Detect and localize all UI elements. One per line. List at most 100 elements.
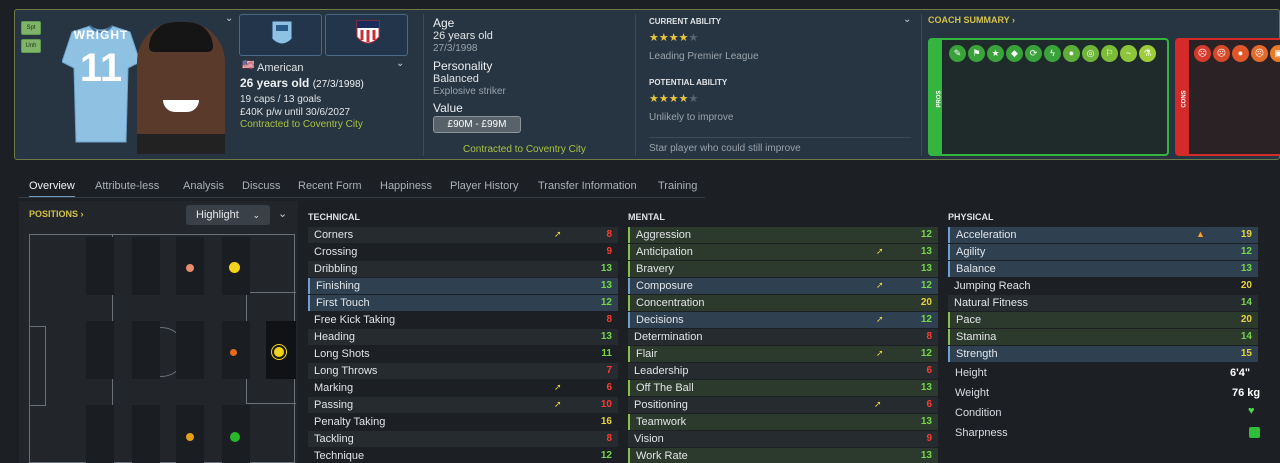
attribute-row[interactable]: Concentration 20	[628, 295, 938, 311]
positions-panel: POSITIONS ›	[19, 201, 298, 463]
attribute-name: Composure	[636, 280, 693, 292]
attribute-name: Crossing	[314, 246, 358, 258]
trend-arrow-icon: ➚	[876, 246, 884, 256]
attribute-row[interactable]: Pace 20	[948, 312, 1258, 328]
mental-header: MENTAL	[628, 212, 665, 222]
con-icon[interactable]: ☹	[1213, 45, 1230, 62]
position-dot[interactable]	[230, 349, 237, 356]
condition-label: Condition	[955, 407, 1002, 419]
attribute-value: 13	[920, 246, 932, 257]
pro-icon[interactable]: ⚐	[1101, 45, 1118, 62]
attribute-row[interactable]: Jumping Reach 20	[948, 278, 1258, 294]
attribute-row[interactable]: Long Throws 7	[308, 363, 618, 379]
nationality-chevron-icon[interactable]: ⌄	[396, 58, 404, 69]
attribute-row[interactable]: Positioning 6 ➚	[628, 397, 938, 413]
position-dot[interactable]	[229, 262, 240, 273]
position-dot[interactable]	[230, 432, 240, 442]
ability-chevron-icon[interactable]: ⌄	[903, 14, 911, 25]
attribute-value: 8	[926, 331, 932, 342]
pro-icon[interactable]: ~	[1120, 45, 1137, 62]
con-icon[interactable]: ●	[1232, 45, 1249, 62]
attribute-row[interactable]: Agility 12	[948, 244, 1258, 260]
highlight-dropdown[interactable]: Highlight ⌄	[186, 205, 270, 225]
tab-analysis[interactable]: Analysis	[183, 180, 224, 192]
pro-icon[interactable]: ✎	[949, 45, 966, 62]
attribute-row[interactable]: Technique 12	[308, 448, 618, 463]
attribute-value: 19	[1240, 229, 1252, 240]
pro-icon[interactable]: ⚑	[968, 45, 985, 62]
attribute-row[interactable]: Heading 13	[308, 329, 618, 345]
attribute-row[interactable]: Teamwork 13	[628, 414, 938, 430]
attribute-row[interactable]: Off The Ball 13	[628, 380, 938, 396]
role-chip-unh[interactable]: Unh	[21, 39, 41, 53]
tab-attribute-less[interactable]: Attribute-less	[95, 180, 159, 192]
attribute-row[interactable]: Passing 10 ➚	[308, 397, 618, 413]
attribute-row[interactable]: Vision 9	[628, 431, 938, 447]
pro-icon[interactable]: ϟ	[1044, 45, 1061, 62]
attribute-row[interactable]: Composure 12 ➚	[628, 278, 938, 294]
attribute-row[interactable]: Corners 8 ➚	[308, 227, 618, 243]
attribute-row[interactable]: Flair 12 ➚	[628, 346, 938, 362]
value-range-pill[interactable]: £90M - £99M	[433, 116, 521, 133]
attribute-row[interactable]: Determination 8	[628, 329, 938, 345]
attribute-row[interactable]: Acceleration 19 ▲	[948, 227, 1258, 243]
attribute-name: Bravery	[636, 263, 674, 275]
attribute-row[interactable]: Free Kick Taking 8	[308, 312, 618, 328]
player-overview-screen: Spt Unh WRIGHT 11 ⌄ 🇺🇸 American ⌄ 26 yea…	[0, 0, 1280, 463]
tab-discuss[interactable]: Discuss	[242, 180, 281, 192]
attribute-row[interactable]: Bravery 13	[628, 261, 938, 277]
pro-icon[interactable]: ◆	[1006, 45, 1023, 62]
attribute-row[interactable]: Anticipation 13 ➚	[628, 244, 938, 260]
attribute-row[interactable]: Leadership 6	[628, 363, 938, 379]
attribute-value: 11	[601, 348, 612, 359]
con-icon[interactable]: ▣	[1270, 45, 1280, 62]
con-icon[interactable]: ☹	[1194, 45, 1211, 62]
tab-recent-form[interactable]: Recent Form	[298, 180, 362, 192]
attribute-row[interactable]: Aggression 12	[628, 227, 938, 243]
nation-badge[interactable]	[325, 14, 408, 56]
role-chip-spt[interactable]: Spt	[21, 21, 41, 35]
pro-icon[interactable]: ●	[1063, 45, 1080, 62]
attribute-row[interactable]: Balance 13	[948, 261, 1258, 277]
attribute-row[interactable]: Work Rate 13	[628, 448, 938, 463]
attribute-name: Concentration	[636, 297, 705, 309]
pro-icon[interactable]: ★	[987, 45, 1004, 62]
position-dot[interactable]	[186, 264, 194, 272]
pro-icon[interactable]: ⟳	[1025, 45, 1042, 62]
tab-happiness[interactable]: Happiness	[380, 180, 432, 192]
coach-summary-link[interactable]: COACH SUMMARY ›	[928, 15, 1015, 25]
tab-player-history[interactable]: Player History	[450, 180, 518, 192]
positions-chevron-icon[interactable]: ⌄	[278, 207, 287, 220]
attribute-row[interactable]: Decisions 12 ➚	[628, 312, 938, 328]
attribute-name: Acceleration	[956, 229, 1017, 241]
pro-icon[interactable]: ⚗	[1139, 45, 1156, 62]
trend-arrow-icon: ➚	[554, 382, 562, 392]
positions-link[interactable]: POSITIONS ›	[29, 209, 84, 219]
tab-training[interactable]: Training	[658, 180, 697, 192]
attribute-value: 8	[606, 314, 612, 325]
attribute-row[interactable]: Finishing 13	[308, 278, 618, 294]
attribute-row[interactable]: Dribbling 13	[308, 261, 618, 277]
attribute-row[interactable]: Strength 15	[948, 346, 1258, 362]
position-dot[interactable]	[186, 433, 194, 441]
attribute-row[interactable]: Penalty Taking 16	[308, 414, 618, 430]
attribute-row[interactable]: Stamina 14	[948, 329, 1258, 345]
contract-note: Contracted to Coventry City	[463, 144, 586, 155]
pro-icon[interactable]: ◎	[1082, 45, 1099, 62]
tab-transfer-information[interactable]: Transfer Information	[538, 180, 637, 192]
club-badge[interactable]	[239, 14, 322, 56]
ability-summary: Star player who could still improve	[649, 143, 801, 154]
tab-overview[interactable]: Overview	[29, 180, 75, 198]
attribute-row[interactable]: First Touch 12	[308, 295, 618, 311]
attribute-row[interactable]: Natural Fitness 14	[948, 295, 1258, 311]
pros-box: PROS ✎ ⚑ ★ ◆ ⟳ ϟ ● ◎ ⚐ ~ ⚗	[928, 38, 1169, 156]
attribute-row[interactable]: Tackling 8	[308, 431, 618, 447]
attribute-row[interactable]: Long Shots 11	[308, 346, 618, 362]
attribute-row[interactable]: Crossing 9	[308, 244, 618, 260]
attribute-row[interactable]: Marking 6 ➚	[308, 380, 618, 396]
position-dot-natural[interactable]	[272, 345, 286, 359]
shirt-number: 11	[79, 46, 123, 90]
chevron-down-icon[interactable]: ⌄	[225, 13, 233, 24]
attribute-name: Passing	[314, 399, 354, 411]
con-icon[interactable]: ☹	[1251, 45, 1268, 62]
